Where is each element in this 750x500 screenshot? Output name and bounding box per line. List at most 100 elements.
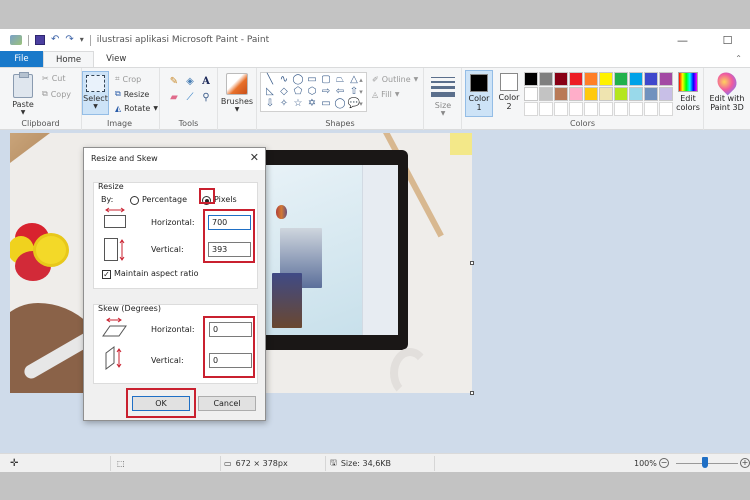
shape-option[interactable]: ▭ xyxy=(305,74,319,86)
palette-swatch[interactable] xyxy=(523,86,538,101)
shape-option[interactable]: ◇ xyxy=(277,86,291,98)
maintain-aspect-label[interactable]: Maintain aspect ratio xyxy=(114,269,199,278)
shape-option[interactable]: ⇨ xyxy=(319,86,333,98)
shape-option[interactable]: ✡ xyxy=(305,98,319,110)
maximize-button[interactable]: ☐ xyxy=(705,34,750,47)
color1-button[interactable]: Color 1 xyxy=(465,70,493,117)
crop-button[interactable]: ⌗ Crop xyxy=(115,74,141,84)
palette-swatch[interactable] xyxy=(553,86,568,101)
text-tool-icon[interactable]: A xyxy=(200,76,212,88)
brushes-button[interactable]: Brushes ▼ xyxy=(220,70,254,113)
zoom-slider-thumb[interactable] xyxy=(702,457,708,468)
shape-option[interactable]: ◺ xyxy=(263,86,277,98)
palette-swatch[interactable] xyxy=(643,71,658,86)
shape-option[interactable]: ⬡ xyxy=(305,86,319,98)
shape-option[interactable]: ∿ xyxy=(277,74,291,86)
eraser-icon[interactable]: ▰ xyxy=(168,92,180,104)
palette-swatch[interactable] xyxy=(523,71,538,86)
percentage-label[interactable]: Percentage xyxy=(142,195,187,204)
palette-swatch[interactable] xyxy=(568,86,583,101)
paste-button[interactable]: Paste ▼ xyxy=(8,71,38,116)
customize-quick-access-icon[interactable]: ▾ xyxy=(80,34,84,46)
palette-swatch[interactable] xyxy=(598,71,613,86)
maintain-aspect-checkbox[interactable]: ✓ xyxy=(102,270,111,279)
fill-button[interactable]: ◬ Fill ▼ xyxy=(372,90,399,99)
shape-option[interactable]: ✧ xyxy=(277,98,291,110)
tab-file[interactable]: File xyxy=(0,51,43,67)
select-button[interactable]: Select ▼ xyxy=(82,71,109,115)
palette-swatch[interactable] xyxy=(568,101,583,116)
size-button[interactable]: Size ▼ xyxy=(428,70,458,117)
palette-swatch[interactable] xyxy=(538,71,553,86)
shape-option[interactable]: ▢ xyxy=(319,74,333,86)
shape-option[interactable]: ⇩ xyxy=(263,98,277,110)
copy-button[interactable]: ⧉ Copy xyxy=(42,89,71,99)
shapes-scroll[interactable]: ▴ ▾ ▾ xyxy=(357,74,365,110)
zoom-in-button[interactable]: + xyxy=(740,458,750,468)
shape-option[interactable]: ▭ xyxy=(319,98,333,110)
palette-swatch[interactable] xyxy=(553,71,568,86)
palette-swatch[interactable] xyxy=(568,71,583,86)
palette-swatch[interactable] xyxy=(628,86,643,101)
fill-bucket-icon[interactable]: ◈ xyxy=(184,76,196,88)
palette-swatch[interactable] xyxy=(583,86,598,101)
resize-button[interactable]: ⧉ Resize xyxy=(115,89,149,99)
edit-colors-button[interactable]: Edit colors xyxy=(676,70,700,112)
palette-swatch[interactable] xyxy=(538,86,553,101)
resize-handle-right[interactable] xyxy=(470,261,474,265)
color1-label: Color xyxy=(468,94,490,103)
tab-home[interactable]: Home xyxy=(43,51,95,67)
highlight-resize-fields xyxy=(203,209,255,263)
palette-swatch[interactable] xyxy=(613,101,628,116)
window-title: ilustrasi aplikasi Microsoft Paint - Pai… xyxy=(96,35,270,45)
paint-app-icon[interactable] xyxy=(10,35,22,45)
cut-button[interactable]: ✂ Cut xyxy=(42,74,66,83)
shape-option[interactable]: ⏢ xyxy=(333,74,347,86)
palette-swatch[interactable] xyxy=(538,101,553,116)
palette-swatch[interactable] xyxy=(583,71,598,86)
pencil-icon[interactable]: ✎ xyxy=(168,76,180,88)
zoom-out-button[interactable]: − xyxy=(659,458,669,468)
color2-button[interactable]: Color 2 xyxy=(497,70,521,117)
palette-swatch[interactable] xyxy=(643,86,658,101)
palette-swatch[interactable] xyxy=(613,86,628,101)
palette-swatch[interactable] xyxy=(523,101,538,116)
color-picker-icon[interactable]: ⟋ xyxy=(184,92,196,104)
palette-swatch[interactable] xyxy=(643,101,658,116)
resize-handle-corner[interactable] xyxy=(470,391,474,395)
palette-swatch[interactable] xyxy=(583,101,598,116)
palette-swatch[interactable] xyxy=(658,71,673,86)
percentage-radio[interactable] xyxy=(130,196,139,205)
collapse-ribbon-icon[interactable]: ⌃ xyxy=(735,54,742,63)
palette-swatch[interactable] xyxy=(628,101,643,116)
cancel-button[interactable]: Cancel xyxy=(198,396,256,411)
outline-button[interactable]: ✐ Outline ▼ xyxy=(372,75,418,84)
palette-swatch[interactable] xyxy=(658,86,673,101)
palette-swatch[interactable] xyxy=(628,71,643,86)
shape-option[interactable]: ◯ xyxy=(291,74,305,86)
clipboard-icon xyxy=(13,72,33,98)
palette-swatch[interactable] xyxy=(553,101,568,116)
save-icon[interactable] xyxy=(35,35,45,45)
minimize-button[interactable]: — xyxy=(660,34,705,47)
highlight-ok-button xyxy=(126,388,196,418)
tab-view[interactable]: View xyxy=(94,51,138,67)
redo-icon[interactable]: ↷ xyxy=(65,34,73,46)
edit-with-paint3d-button[interactable]: Edit with Paint 3D xyxy=(704,68,750,112)
color2-number: 2 xyxy=(506,102,512,111)
palette-swatch[interactable] xyxy=(658,101,673,116)
magnifier-icon[interactable]: ⚲ xyxy=(200,92,212,104)
shape-option[interactable]: ⇦ xyxy=(333,86,347,98)
shape-option[interactable]: ⬠ xyxy=(291,86,305,98)
pixels-label[interactable]: Pixels xyxy=(214,195,237,204)
palette-swatch[interactable] xyxy=(613,71,628,86)
shape-option[interactable]: ◯ xyxy=(333,98,347,110)
title-bar: ↶ ↷ ▾ ilustrasi aplikasi Microsoft Paint… xyxy=(0,29,750,51)
shape-option[interactable]: ☆ xyxy=(291,98,305,110)
shape-option[interactable]: ╲ xyxy=(263,74,277,86)
palette-swatch[interactable] xyxy=(598,86,613,101)
palette-swatch[interactable] xyxy=(598,101,613,116)
undo-icon[interactable]: ↶ xyxy=(51,34,59,46)
close-icon[interactable]: ✕ xyxy=(250,151,259,165)
rotate-button[interactable]: ◭ Rotate ▼ xyxy=(115,104,158,113)
